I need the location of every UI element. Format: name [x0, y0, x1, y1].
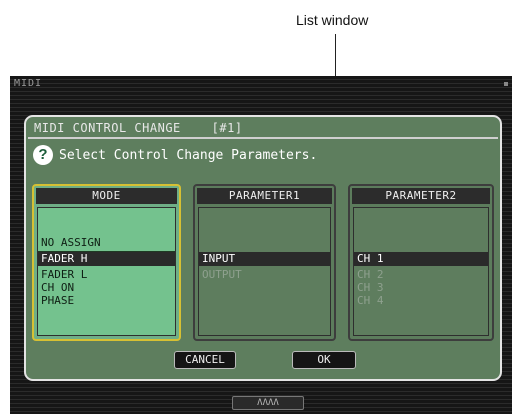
help-icon: ? — [33, 145, 53, 165]
parameter1-list-header: PARAMETER1 — [197, 188, 332, 204]
dialog-title: MIDI CONTROL CHANGE [#1] — [34, 121, 243, 135]
list-item[interactable]: OUTPUT — [199, 268, 330, 282]
mode-list-header: MODE — [36, 188, 177, 204]
mode-list-body[interactable]: NO ASSIGN FADER H FADER L CH ON PHASE — [37, 207, 176, 336]
parameter2-list-body[interactable]: CH 1 CH 2 CH 3 CH 4 — [353, 207, 489, 336]
list-item[interactable]: CH 4 — [354, 294, 488, 308]
dialog-title-rule — [28, 137, 498, 139]
window-title: MIDI — [14, 78, 43, 89]
list-item[interactable]: FADER L — [38, 268, 175, 282]
window-close-icon[interactable] — [504, 82, 508, 86]
control-change-dialog: MIDI CONTROL CHANGE [#1] ? Select Contro… — [24, 115, 502, 381]
parameter2-list-header: PARAMETER2 — [352, 188, 490, 204]
list-item[interactable]: CH ON — [38, 281, 175, 295]
parameter2-list[interactable]: PARAMETER2 CH 1 CH 2 CH 3 CH 4 — [348, 184, 494, 341]
list-item[interactable]: NO ASSIGN — [38, 236, 175, 250]
list-item[interactable]: CH 3 — [354, 281, 488, 295]
callout-label: List window — [296, 12, 369, 28]
mode-list[interactable]: MODE NO ASSIGN FADER H FADER L CH ON PHA… — [32, 184, 181, 341]
window-bottom-tab[interactable]: ΛΛΛΛ — [232, 396, 304, 410]
list-item[interactable]: PHASE — [38, 294, 175, 308]
list-item-selected[interactable]: FADER H — [38, 252, 175, 266]
parameter1-list-body[interactable]: INPUT OUTPUT — [198, 207, 331, 336]
list-item-selected[interactable]: CH 1 — [354, 252, 488, 266]
dialog-prompt: Select Control Change Parameters. — [59, 148, 318, 163]
cancel-button[interactable]: CANCEL — [174, 351, 236, 369]
list-item[interactable]: CH 2 — [354, 268, 488, 282]
parameter1-list[interactable]: PARAMETER1 INPUT OUTPUT — [193, 184, 336, 341]
list-item-selected[interactable]: INPUT — [199, 252, 330, 266]
ok-button[interactable]: OK — [292, 351, 356, 369]
